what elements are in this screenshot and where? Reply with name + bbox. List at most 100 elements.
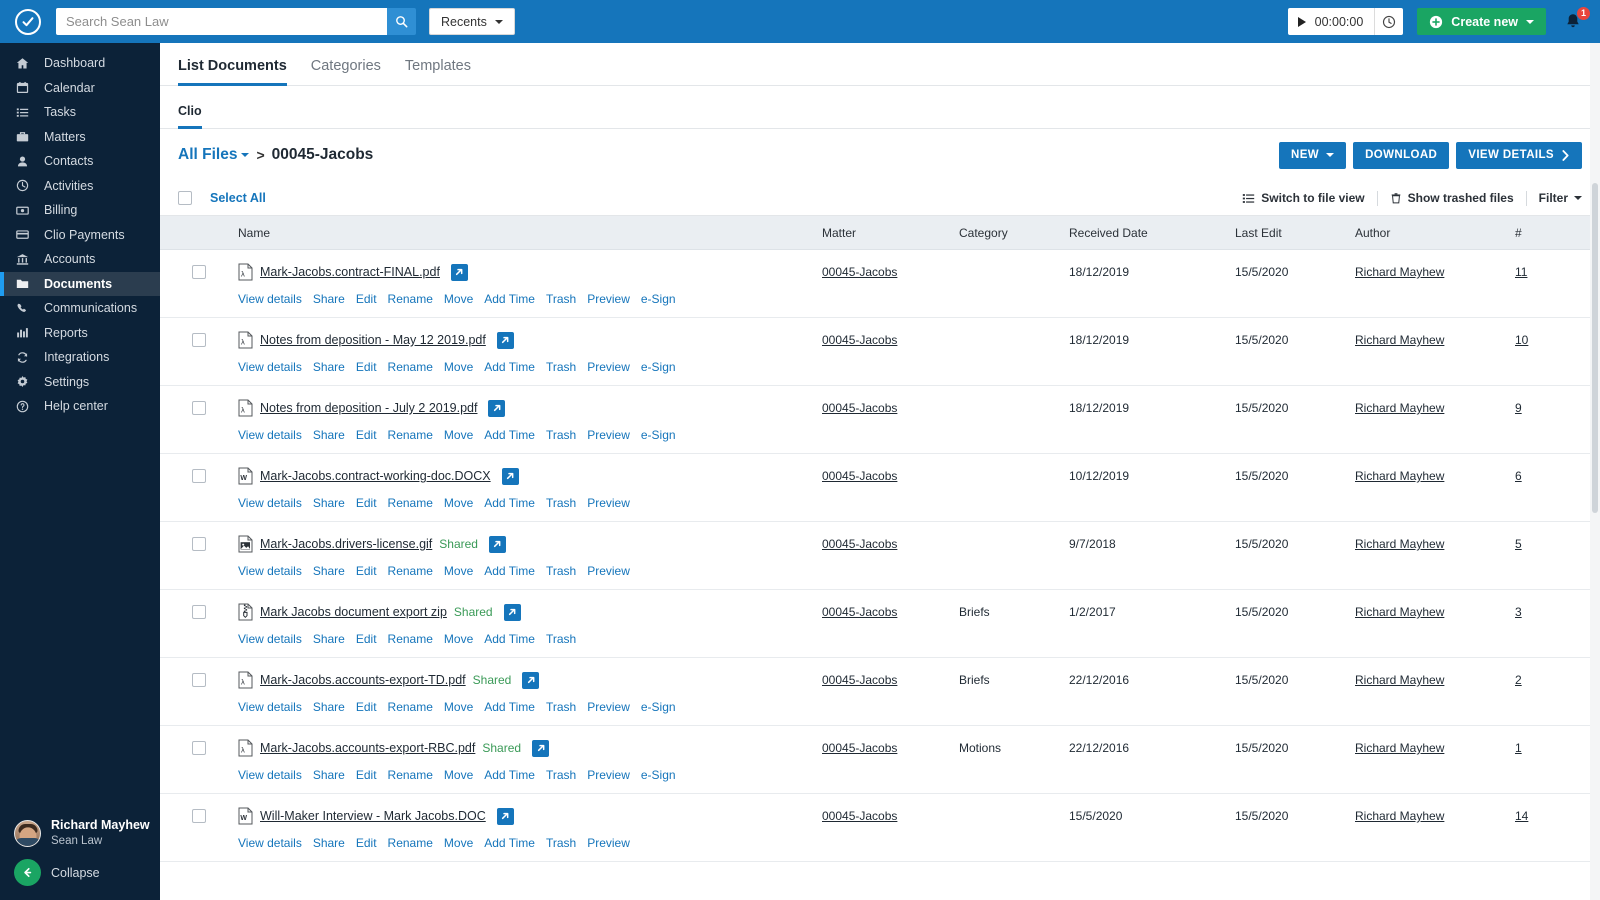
author-link[interactable]: Richard Mayhew — [1355, 741, 1444, 755]
number-link[interactable]: 1 — [1515, 741, 1522, 755]
row-action-view-details[interactable]: View details — [238, 564, 302, 578]
row-action-rename[interactable]: Rename — [388, 292, 433, 306]
row-action-e-sign[interactable]: e-Sign — [641, 768, 676, 782]
search-input[interactable] — [56, 8, 387, 35]
row-action-view-details[interactable]: View details — [238, 632, 302, 646]
author-link[interactable]: Richard Mayhew — [1355, 265, 1444, 279]
row-action-move[interactable]: Move — [444, 496, 473, 510]
row-action-edit[interactable]: Edit — [356, 496, 377, 510]
author-link[interactable]: Richard Mayhew — [1355, 809, 1444, 823]
author-link[interactable]: Richard Mayhew — [1355, 469, 1444, 483]
sidebar-item-billing[interactable]: Billing — [0, 198, 160, 223]
sidebar-item-help-center[interactable]: Help center — [0, 394, 160, 419]
chevron-down-icon[interactable] — [241, 153, 250, 157]
file-name-link[interactable]: Mark-Jacobs.contract-FINAL.pdf — [260, 265, 440, 279]
author-link[interactable]: Richard Mayhew — [1355, 605, 1444, 619]
file-name-link[interactable]: Notes from deposition - July 2 2019.pdf — [260, 401, 477, 415]
row-action-share[interactable]: Share — [313, 564, 345, 578]
row-action-trash[interactable]: Trash — [546, 428, 576, 442]
switch-to-file-view-button[interactable]: Switch to file view — [1230, 191, 1376, 205]
matter-link[interactable]: 00045-Jacobs — [822, 605, 897, 619]
row-action-edit[interactable]: Edit — [356, 836, 377, 850]
sidebar-item-settings[interactable]: Settings — [0, 370, 160, 395]
row-action-edit[interactable]: Edit — [356, 360, 377, 374]
row-action-view-details[interactable]: View details — [238, 292, 302, 306]
row-action-trash[interactable]: Trash — [546, 292, 576, 306]
timer-start-button[interactable]: 00:00:00 — [1288, 15, 1375, 29]
row-action-view-details[interactable]: View details — [238, 428, 302, 442]
row-action-e-sign[interactable]: e-Sign — [641, 360, 676, 374]
row-action-move[interactable]: Move — [444, 564, 473, 578]
number-link[interactable]: 9 — [1515, 401, 1522, 415]
row-action-add-time[interactable]: Add Time — [484, 292, 535, 306]
select-all-label[interactable]: Select All — [210, 191, 266, 205]
matter-link[interactable]: 00045-Jacobs — [822, 809, 897, 823]
row-checkbox[interactable] — [192, 401, 206, 415]
row-action-edit[interactable]: Edit — [356, 564, 377, 578]
column-header-author[interactable]: Author — [1355, 226, 1515, 240]
row-action-trash[interactable]: Trash — [546, 632, 576, 646]
row-action-view-details[interactable]: View details — [238, 836, 302, 850]
timer-history-button[interactable] — [1375, 15, 1403, 29]
matter-link[interactable]: 00045-Jacobs — [822, 673, 897, 687]
row-action-add-time[interactable]: Add Time — [484, 700, 535, 714]
row-action-share[interactable]: Share — [313, 700, 345, 714]
row-action-add-time[interactable]: Add Time — [484, 428, 535, 442]
row-checkbox[interactable] — [192, 265, 206, 279]
table-row[interactable]: λ Notes from deposition - May 12 2019.pd… — [160, 318, 1600, 386]
row-action-share[interactable]: Share — [313, 768, 345, 782]
row-action-move[interactable]: Move — [444, 360, 473, 374]
row-action-preview[interactable]: Preview — [587, 496, 630, 510]
row-action-view-details[interactable]: View details — [238, 496, 302, 510]
show-trashed-files-button[interactable]: Show trashed files — [1378, 191, 1526, 205]
column-header-last-edit[interactable]: Last Edit — [1235, 226, 1355, 240]
sidebar-item-documents[interactable]: Documents — [0, 271, 160, 296]
row-action-add-time[interactable]: Add Time — [484, 768, 535, 782]
open-external-icon[interactable] — [488, 399, 506, 417]
file-name-link[interactable]: Mark-Jacobs.accounts-export-RBC.pdf — [260, 741, 475, 755]
row-action-add-time[interactable]: Add Time — [484, 496, 535, 510]
sidebar-item-reports[interactable]: Reports — [0, 321, 160, 346]
row-action-trash[interactable]: Trash — [546, 836, 576, 850]
row-action-share[interactable]: Share — [313, 632, 345, 646]
row-action-share[interactable]: Share — [313, 292, 345, 306]
row-action-edit[interactable]: Edit — [356, 768, 377, 782]
row-action-preview[interactable]: Preview — [587, 292, 630, 306]
row-action-e-sign[interactable]: e-Sign — [641, 428, 676, 442]
number-link[interactable]: 5 — [1515, 537, 1522, 551]
row-action-add-time[interactable]: Add Time — [484, 632, 535, 646]
row-action-view-details[interactable]: View details — [238, 768, 302, 782]
table-row[interactable]: λ Mark-Jacobs.contract-FINAL.pdf View de… — [160, 250, 1600, 318]
row-action-trash[interactable]: Trash — [546, 360, 576, 374]
column-header-number[interactable]: # — [1515, 226, 1600, 240]
open-external-icon[interactable] — [450, 263, 468, 281]
row-checkbox[interactable] — [192, 333, 206, 347]
row-checkbox[interactable] — [192, 537, 206, 551]
row-action-share[interactable]: Share — [313, 496, 345, 510]
row-action-move[interactable]: Move — [444, 768, 473, 782]
number-link[interactable]: 3 — [1515, 605, 1522, 619]
row-action-move[interactable]: Move — [444, 428, 473, 442]
number-link[interactable]: 14 — [1515, 809, 1528, 823]
number-link[interactable]: 10 — [1515, 333, 1528, 347]
row-action-move[interactable]: Move — [444, 292, 473, 306]
file-name-link[interactable]: Mark-Jacobs.drivers-license.gif — [260, 537, 432, 551]
column-header-name[interactable]: Name — [238, 226, 822, 240]
row-action-move[interactable]: Move — [444, 836, 473, 850]
sidebar-item-clio-payments[interactable]: Clio Payments — [0, 223, 160, 248]
row-action-rename[interactable]: Rename — [388, 700, 433, 714]
file-name-link[interactable]: Mark-Jacobs.accounts-export-TD.pdf — [260, 673, 466, 687]
breadcrumb-all-files[interactable]: All Files — [178, 146, 237, 164]
row-action-e-sign[interactable]: e-Sign — [641, 292, 676, 306]
app-logo[interactable] — [0, 8, 56, 35]
row-action-add-time[interactable]: Add Time — [484, 836, 535, 850]
row-action-preview[interactable]: Preview — [587, 700, 630, 714]
matter-link[interactable]: 00045-Jacobs — [822, 401, 897, 415]
open-external-icon[interactable] — [496, 331, 514, 349]
number-link[interactable]: 2 — [1515, 673, 1522, 687]
row-action-move[interactable]: Move — [444, 632, 473, 646]
row-checkbox[interactable] — [192, 741, 206, 755]
create-new-button[interactable]: Create new — [1417, 8, 1546, 35]
filter-dropdown[interactable]: Filter — [1527, 191, 1586, 205]
row-action-share[interactable]: Share — [313, 428, 345, 442]
